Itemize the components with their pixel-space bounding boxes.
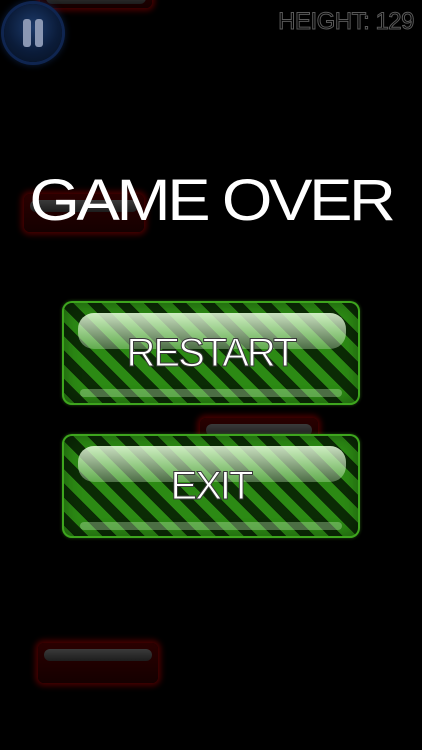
exit-label: EXIT: [170, 464, 254, 509]
height-readout: HEIGHT: 129: [278, 8, 415, 36]
platform: [40, 0, 152, 8]
pause-icon: [21, 19, 45, 47]
exit-button[interactable]: EXIT: [62, 434, 360, 538]
game-over-title: GAME OVER: [29, 168, 396, 233]
restart-button[interactable]: RESTART: [62, 301, 360, 405]
platform: [38, 643, 158, 683]
restart-label: RESTART: [126, 331, 298, 376]
pause-button[interactable]: [4, 4, 62, 62]
game-screen: HEIGHT: 129 GAME OVER RESTART EXIT: [0, 0, 422, 750]
